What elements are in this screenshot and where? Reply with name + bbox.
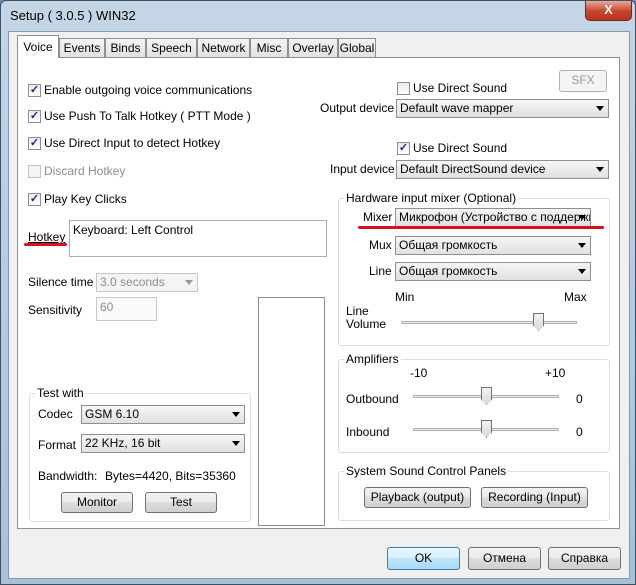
tab-network[interactable]: Network [197,38,250,57]
hardware-mixer-title: Hardware input mixer (Optional) [344,191,519,205]
sensitivity-label: Sensitivity [28,303,83,317]
inbound-value: 0 [576,425,583,439]
sensitivity-field[interactable]: 60 [96,297,157,321]
chevron-down-icon [578,243,586,248]
input-device-select[interactable]: Default DirectSound device [396,160,609,179]
enable-outgoing-label[interactable]: Enable outgoing voice communications [44,83,252,97]
mux-select[interactable]: Общая громкость [395,236,591,255]
line-select[interactable]: Общая громкость [395,262,591,281]
push-to-talk-checkbox[interactable]: ✓ [28,110,41,123]
chevron-down-icon [578,215,586,220]
amplifier-max-label: +10 [545,366,566,380]
chevron-down-icon [185,280,193,285]
line-value: Общая громкость [399,264,498,278]
amplifiers-title: Amplifiers [344,352,401,366]
tab-speech[interactable]: Speech [146,38,197,57]
mixer-select[interactable]: Микрофон (Устройство с поддержкой High D… [395,208,591,227]
line-volume-max-label: Max [564,290,587,304]
close-icon: X [604,2,613,17]
direct-input-label[interactable]: Use Direct Input to detect Hotkey [44,136,220,150]
tab-misc[interactable]: Misc [250,38,288,57]
tab-global[interactable]: Global [338,38,376,57]
codec-value: GSM 6.10 [85,407,140,421]
amplifier-min-label: -10 [410,366,428,380]
direct-input-checkbox[interactable]: ✓ [28,137,41,150]
line-volume-label-1: Line [346,304,369,318]
chevron-down-icon [578,269,586,274]
test-button[interactable]: Test [145,492,217,513]
input-direct-sound-label[interactable]: Use Direct Sound [413,141,507,155]
line-volume-label-2: Volume [346,317,387,331]
help-button[interactable]: Справка [548,547,621,570]
output-direct-sound-label[interactable]: Use Direct Sound [413,81,507,95]
enable-outgoing-checkbox[interactable]: ✓ [28,84,41,97]
silence-time-value: 3.0 seconds [100,275,165,289]
mixer-value: Микрофон (Устройство с поддержкой High D… [399,210,590,224]
chevron-down-icon [596,106,604,111]
hotkey-label: Hotkey [28,230,66,244]
test-with-title: Test with [35,386,86,400]
voice-level-meter [258,297,325,526]
mux-value: Общая громкость [399,238,498,252]
input-device-label: Input device [330,162,395,176]
codec-label: Codec [38,407,73,421]
chevron-down-icon [232,441,240,446]
line-volume-slider-track[interactable] [401,321,577,324]
play-key-clicks-checkbox[interactable]: ✓ [28,193,41,206]
outbound-label: Outbound [346,392,399,406]
line-volume-min-label: Min [395,290,415,304]
mux-label: Mux [369,238,392,252]
sound-panels-title: System Sound Control Panels [344,464,509,478]
hotkey-field[interactable]: Keyboard: Left Control [69,220,327,257]
monitor-button[interactable]: Monitor [61,492,133,513]
format-value: 22 KHz, 16 bit [85,436,161,450]
input-direct-sound-checkbox[interactable]: ✓ [397,142,410,155]
chevron-down-icon [596,167,604,172]
discard-hotkey-checkbox[interactable] [28,165,41,178]
discard-hotkey-label[interactable]: Discard Hotkey [44,164,125,178]
output-device-label: Output device [320,101,395,115]
ok-button[interactable]: OK [387,547,460,570]
outbound-value: 0 [576,392,583,406]
silence-time-label: Silence time [28,275,94,289]
hotkey-highlight-underline [24,243,67,246]
play-key-clicks-label[interactable]: Play Key Clicks [44,192,127,206]
mixer-label: Mixer [363,210,393,224]
mixer-highlight-underline [358,226,604,229]
window-title: Setup ( 3.0.5 ) WIN32 [10,8,136,23]
inbound-label: Inbound [346,425,390,439]
tab-overlay[interactable]: Overlay [288,38,338,57]
silence-time-select[interactable]: 3.0 seconds [96,273,198,292]
line-label: Line [369,264,392,278]
push-to-talk-label[interactable]: Use Push To Talk Hotkey ( PTT Mode ) [44,109,251,123]
bandwidth-value: Bytes=4420, Bits=35360 [105,469,236,483]
cancel-button[interactable]: Отмена [468,547,541,570]
hotkey-value: Keyboard: Left Control [73,223,194,237]
title-bar[interactable]: Setup ( 3.0.5 ) WIN32 X [1,1,635,31]
codec-select[interactable]: GSM 6.10 [81,405,245,424]
playback-output-button[interactable]: Playback (output) [364,487,471,508]
bandwidth-label: Bandwidth: [38,469,98,483]
tab-binds[interactable]: Binds [105,38,146,57]
recording-input-button[interactable]: Recording (Input) [481,487,588,508]
output-device-select[interactable]: Default wave mapper [396,99,609,118]
tab-events[interactable]: Events [59,38,105,57]
sfx-button[interactable]: SFX [559,70,607,92]
format-label: Format [38,438,77,452]
chevron-down-icon [232,412,240,417]
output-device-value: Default wave mapper [400,101,514,115]
close-button[interactable]: X [585,1,632,21]
output-direct-sound-checkbox[interactable] [397,82,410,95]
tab-voice[interactable]: Voice [17,35,59,58]
input-device-value: Default DirectSound device [400,162,546,176]
sensitivity-value: 60 [100,300,114,314]
format-select[interactable]: 22 KHz, 16 bit [81,434,245,453]
